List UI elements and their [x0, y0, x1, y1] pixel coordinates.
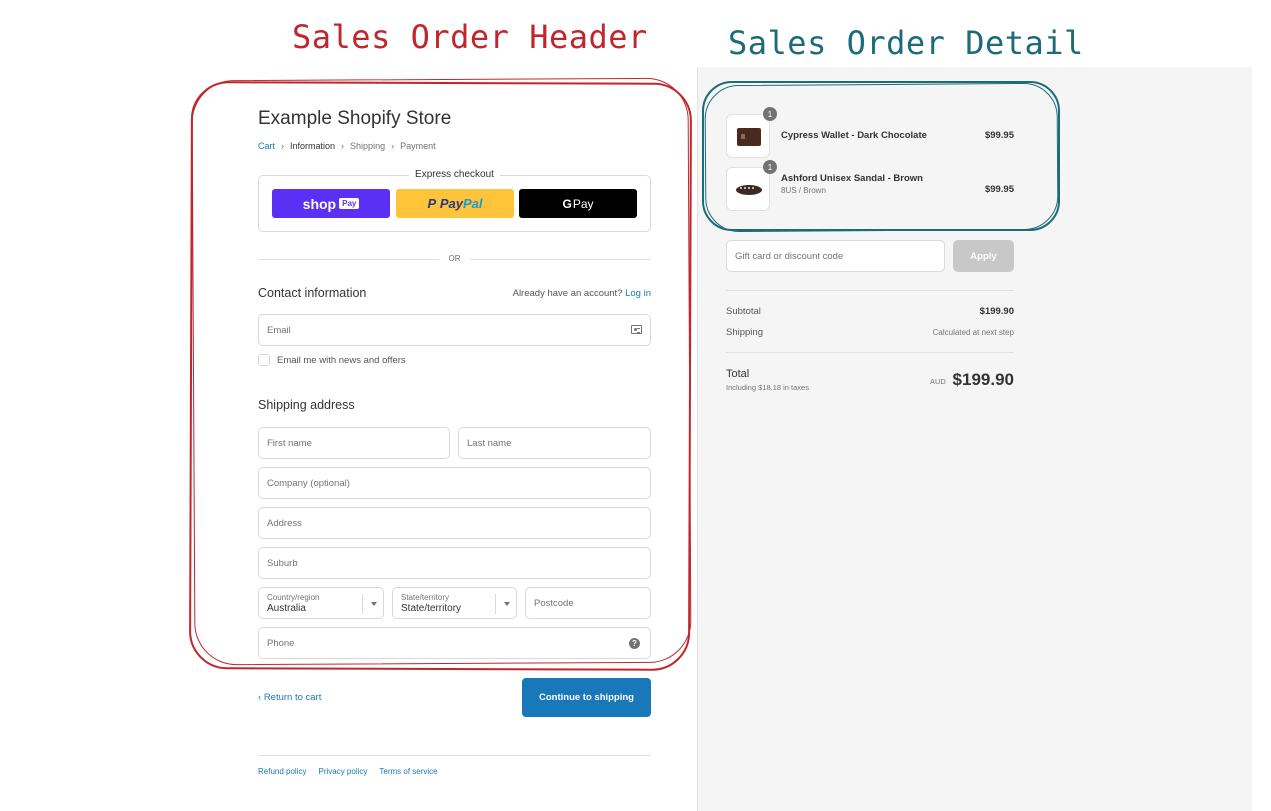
tax-note: Including $18.18 in taxes: [726, 383, 809, 392]
google-pay-button[interactable]: G Pay: [519, 189, 637, 218]
google-g-icon: G: [562, 196, 572, 211]
shipping-label: Shipping: [726, 327, 763, 338]
breadcrumb-cart[interactable]: Cart: [258, 141, 275, 151]
quantity-badge: 1: [763, 107, 777, 121]
paypal-button[interactable]: P Pay Pal: [396, 189, 514, 218]
state-select[interactable]: State/territory State/territory: [392, 587, 517, 619]
breadcrumb-payment: Payment: [400, 141, 436, 151]
terms-of-service-link[interactable]: Terms of service: [379, 767, 437, 776]
express-checkout-title: Express checkout: [409, 169, 500, 180]
breadcrumb-shipping: Shipping: [350, 141, 386, 151]
suburb-field[interactable]: Suburb: [258, 547, 651, 579]
continue-to-shipping-button[interactable]: Continue to shipping: [522, 678, 651, 717]
or-divider: OR: [258, 253, 651, 265]
summary-divider: [726, 352, 1014, 353]
postcode-field[interactable]: Postcode: [525, 587, 651, 619]
newsletter-checkbox[interactable]: [258, 354, 270, 366]
newsletter-option: Email me with news and offers: [258, 354, 406, 366]
product-thumbnail: [726, 167, 770, 211]
shipping-address-title: Shipping address: [258, 398, 355, 412]
last-name-field[interactable]: Last name: [458, 427, 651, 459]
company-field[interactable]: Company (optional): [258, 467, 651, 499]
quantity-badge: 1: [763, 160, 777, 174]
product-name: Cypress Wallet - Dark Chocolate: [781, 130, 927, 141]
shop-pay-button[interactable]: shop Pay: [272, 189, 390, 218]
sandal-image-icon: [736, 185, 762, 195]
store-name: Example Shopify Store: [258, 108, 452, 129]
wallet-image-icon: [737, 128, 761, 146]
order-line-item: 1 Ashford Unisex Sandal - Brown 8US / Br…: [726, 160, 1014, 211]
chevron-right-icon: ›: [341, 141, 345, 151]
order-line-item: 1 Cypress Wallet - Dark Chocolate $99.95: [726, 107, 1014, 158]
login-link[interactable]: Log in: [625, 288, 651, 299]
chevron-right-icon: ›: [391, 141, 395, 151]
caret-down-icon: [371, 602, 377, 606]
chevron-right-icon: ›: [281, 141, 285, 151]
contact-information-title: Contact information: [258, 286, 367, 300]
caret-down-icon: [504, 602, 510, 606]
account-prompt: Already have an account? Log in: [512, 288, 651, 299]
address-field[interactable]: Address: [258, 507, 651, 539]
subtotal-label: Subtotal: [726, 306, 761, 317]
shipping-value: Calculated at next step: [932, 328, 1014, 337]
breadcrumb-information: Information: [290, 141, 336, 151]
country-select[interactable]: Country/region Australia: [258, 587, 384, 619]
product-variant: 8US / Brown: [781, 186, 826, 195]
privacy-policy-link[interactable]: Privacy policy: [318, 767, 367, 776]
product-price: $99.95: [984, 130, 1014, 141]
phone-field[interactable]: Phone ?: [258, 627, 651, 659]
paypal-logo-icon: P: [427, 196, 440, 211]
discount-code-input[interactable]: Gift card or discount code: [726, 240, 945, 272]
sales-order-detail-annotation: Sales Order Detail: [728, 24, 1084, 62]
return-to-cart-link[interactable]: ‹ Return to cart: [258, 692, 321, 703]
total-value: $199.90: [952, 370, 1014, 389]
apply-discount-button[interactable]: Apply: [953, 240, 1014, 272]
first-name-field[interactable]: First name: [258, 427, 450, 459]
product-thumbnail: [726, 114, 770, 158]
newsletter-label: Email me with news and offers: [277, 354, 406, 366]
sales-order-header-annotation: Sales Order Header: [292, 18, 648, 56]
help-icon[interactable]: ?: [629, 638, 640, 649]
express-checkout: Express checkout shop Pay P Pay Pal G Pay: [258, 169, 651, 232]
footer-links: Refund policy Privacy policy Terms of se…: [258, 767, 438, 776]
total-label: Total: [726, 368, 750, 380]
product-price: $99.95: [984, 184, 1014, 195]
summary-divider: [726, 290, 1014, 291]
product-name: Ashford Unisex Sandal - Brown: [781, 173, 923, 184]
email-field[interactable]: Email: [258, 314, 651, 346]
contact-card-icon: [631, 325, 642, 334]
subtotal-value: $199.90: [979, 306, 1014, 317]
footer-divider: [258, 755, 651, 756]
currency-code: AUD: [930, 377, 946, 386]
breadcrumb: Cart › Information › Shipping › Payment: [258, 141, 436, 151]
refund-policy-link[interactable]: Refund policy: [258, 767, 306, 776]
